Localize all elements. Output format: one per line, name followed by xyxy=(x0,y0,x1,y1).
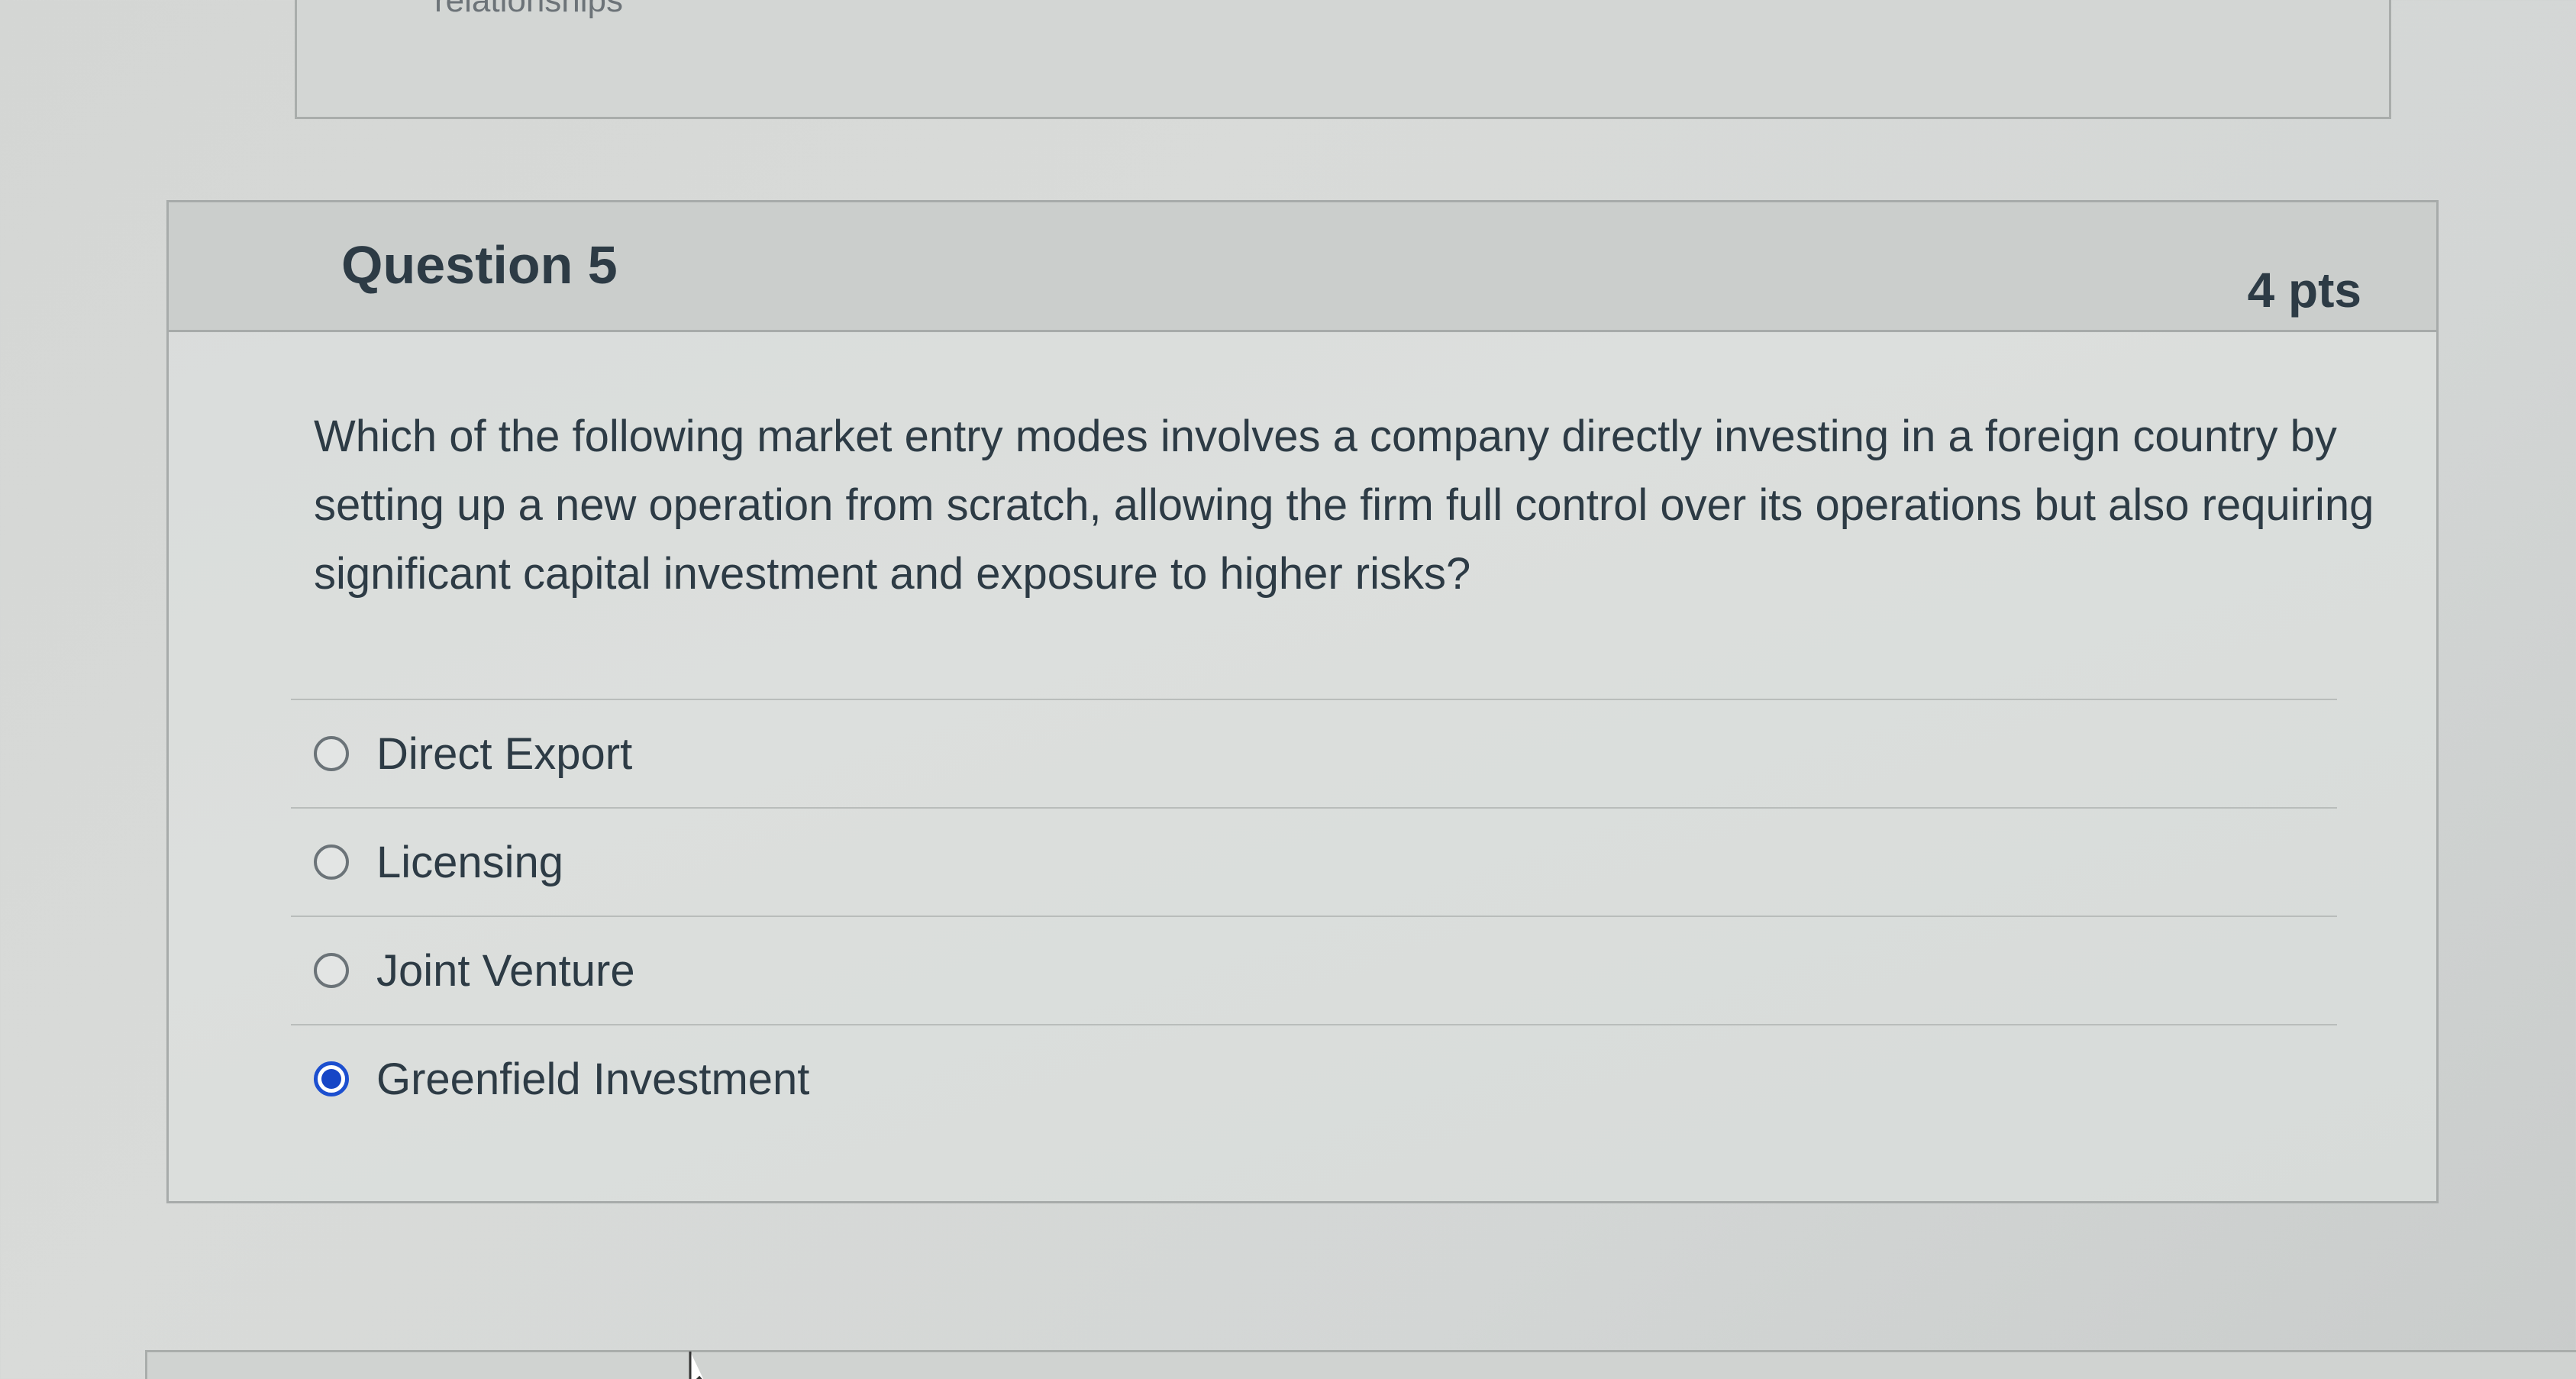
answer-option-greenfield-investment[interactable]: Greenfield Investment xyxy=(291,1024,2337,1132)
answer-option-direct-export[interactable]: Direct Export xyxy=(291,699,2337,807)
mouse-pointer-icon xyxy=(687,1350,733,1379)
answer-list: Direct Export Licensing Joint Venture Gr… xyxy=(291,699,2337,1132)
answer-label: Greenfield Investment xyxy=(376,1054,810,1104)
radio-button[interactable] xyxy=(314,953,349,988)
question-points: 4 pts xyxy=(2247,263,2361,318)
question-card: Question 5 4 pts Which of the following … xyxy=(166,200,2439,1203)
question-text: Which of the following market entry mode… xyxy=(314,412,2374,599)
answer-option-joint-venture[interactable]: Joint Venture xyxy=(291,916,2337,1024)
answer-label: Licensing xyxy=(376,837,564,887)
next-question-card xyxy=(145,1350,2576,1379)
question-title: Question 5 xyxy=(341,235,618,295)
radio-button-selected[interactable] xyxy=(314,1061,349,1096)
previous-question-card: relationships xyxy=(295,0,2391,119)
answer-option-licensing[interactable]: Licensing xyxy=(291,807,2337,916)
radio-button[interactable] xyxy=(314,736,349,771)
radio-button[interactable] xyxy=(314,845,349,880)
answer-label: Joint Venture xyxy=(376,945,635,996)
previous-question-cut-text: relationships xyxy=(434,0,624,19)
answer-label: Direct Export xyxy=(376,728,633,779)
question-header: Question 5 4 pts xyxy=(169,202,2436,332)
